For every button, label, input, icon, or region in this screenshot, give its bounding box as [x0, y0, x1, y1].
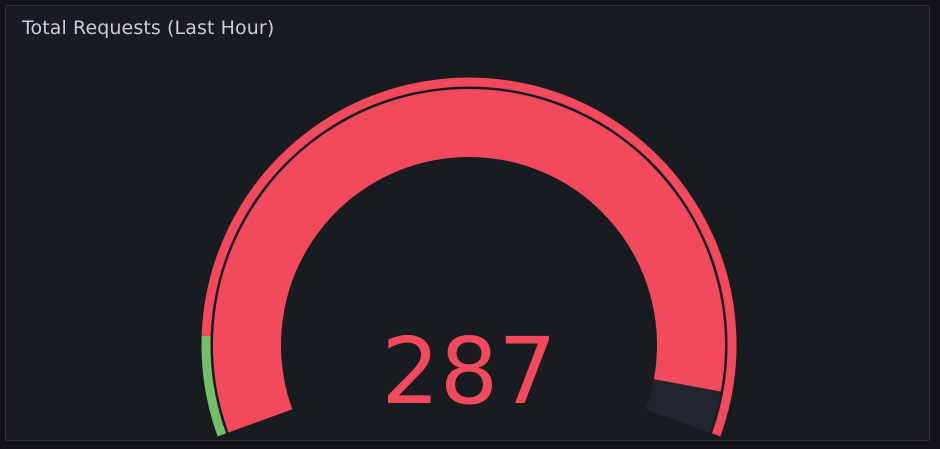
gauge-chart: 287 — [201, 77, 737, 437]
gauge-value-text: 287 — [381, 318, 557, 425]
